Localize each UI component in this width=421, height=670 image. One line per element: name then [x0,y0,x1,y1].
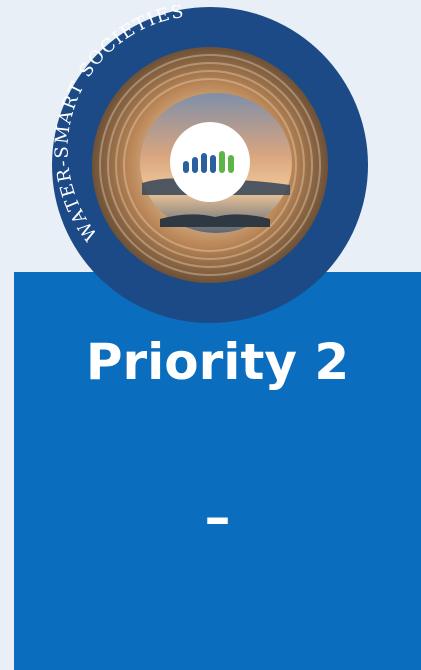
water-smart-societies-emblem: WATER-SMART SOCIETIES [52,5,368,323]
slide-canvas: Priority 2 – WATER-SMART SOCIETIES [0,0,421,670]
priority-title: Priority 2 [85,333,350,391]
priority-panel: Priority 2 – [14,272,421,670]
priority-subtitle: – [204,488,231,548]
